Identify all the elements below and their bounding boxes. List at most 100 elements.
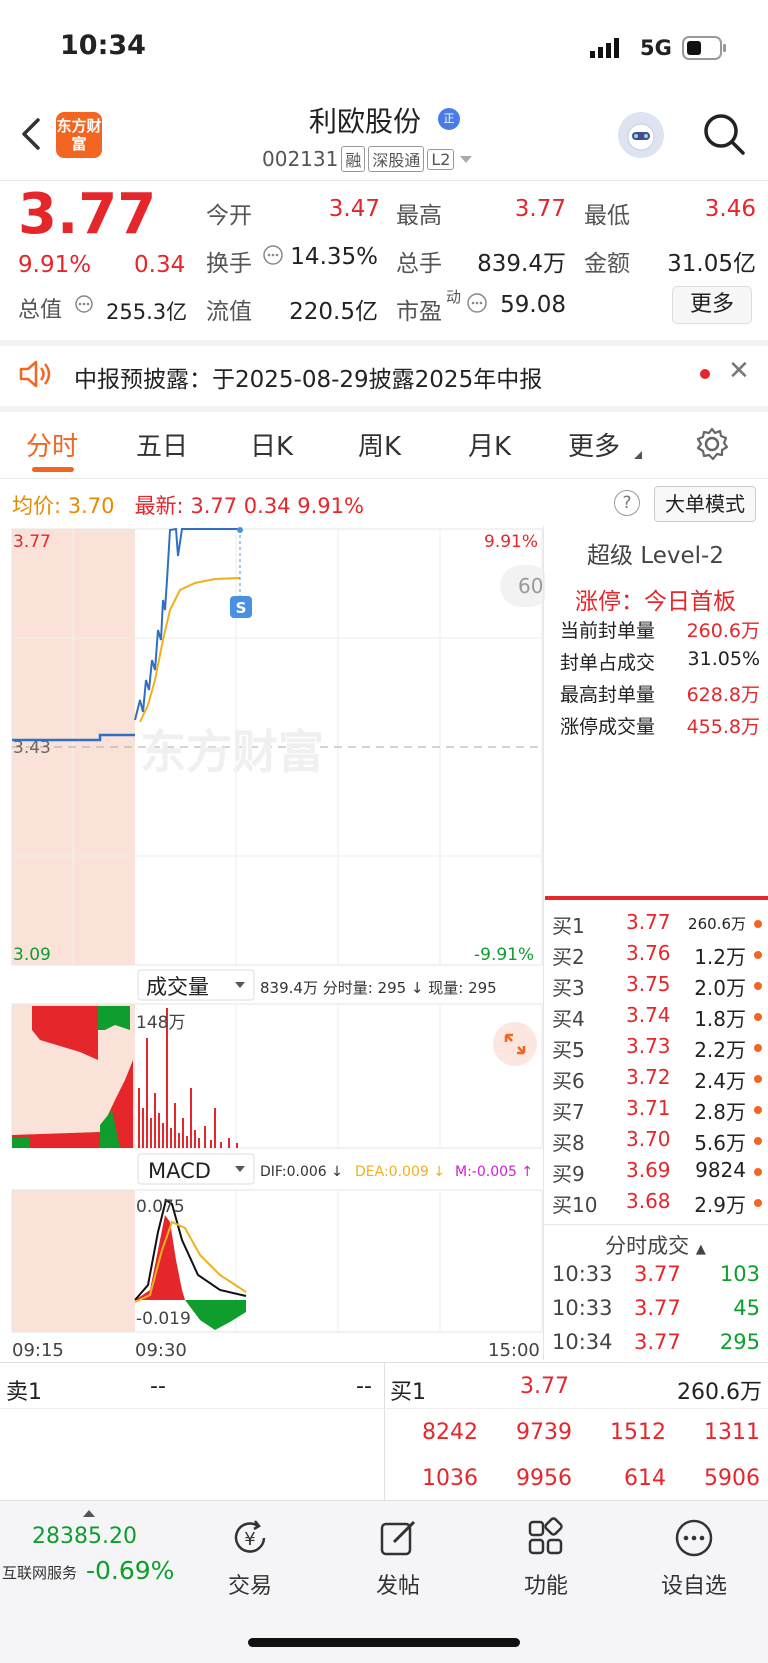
- sector-index-value[interactable]: 28385.20: [32, 1524, 137, 1549]
- back-button[interactable]: [14, 110, 48, 158]
- tab-monthly-k[interactable]: 月K: [468, 426, 511, 463]
- limit-up-status: 涨停：今日首板: [575, 589, 736, 615]
- macd-top-label: 0.075: [136, 1197, 185, 1217]
- bid-volume: 2.9万: [694, 1193, 746, 1217]
- tab-weekly-k[interactable]: 周K: [358, 426, 401, 463]
- bid-volume: 2.4万: [694, 1069, 746, 1093]
- volume-value: 839.4万: [477, 251, 566, 277]
- caret-up-icon: [83, 1510, 95, 1517]
- tick-price: 3.77: [634, 1330, 681, 1354]
- gear-icon[interactable]: [694, 426, 730, 462]
- help-icon[interactable]: ?: [614, 490, 640, 516]
- divider: [0, 478, 768, 479]
- bid-dot: [754, 1013, 762, 1021]
- tick-row: 10:33 3.77 45: [552, 1296, 760, 1330]
- sector-index-change[interactable]: -0.69%: [86, 1556, 174, 1585]
- bid-row[interactable]: 买4 3.74 1.8万: [552, 1003, 762, 1034]
- notice-text[interactable]: 中报预披露：于2025-08-29披露2025年中报: [74, 360, 542, 394]
- sector-index-name[interactable]: 互联网服务: [2, 1562, 77, 1583]
- bid-row[interactable]: 买6 3.72 2.4万: [552, 1065, 762, 1096]
- big-order-mode-button[interactable]: 大单模式: [654, 486, 756, 522]
- bid-label: 买8: [552, 1131, 585, 1155]
- bid-dot: [754, 1075, 762, 1083]
- ticks-title[interactable]: 分时成交 ▲: [543, 1230, 768, 1260]
- more-dots-icon: [675, 1519, 713, 1557]
- notice-dot: [700, 369, 710, 379]
- nav-post[interactable]: 发帖: [348, 1516, 448, 1600]
- bid-volume: 2.8万: [694, 1100, 746, 1124]
- bid-label: 买5: [552, 1038, 585, 1062]
- volume-bar: [198, 1138, 200, 1148]
- bid-label: 买4: [552, 1007, 585, 1031]
- volume-bar: [220, 1142, 222, 1148]
- divider: [384, 1362, 385, 1500]
- level2-title[interactable]: 超级 Level-2: [543, 536, 768, 570]
- ask1-label: 卖1: [6, 1380, 42, 1405]
- info-dots-icon[interactable]: [74, 294, 94, 314]
- macd-dif: DIF:0.006 ↓: [260, 1164, 343, 1180]
- tab-more[interactable]: 更多: [568, 426, 620, 463]
- bid-row[interactable]: 买7 3.71 2.8万: [552, 1096, 762, 1127]
- yen-exchange-icon: ¥: [234, 1520, 266, 1553]
- tick-time: 10:34: [552, 1330, 613, 1354]
- nav-trade[interactable]: ¥ 交易: [200, 1516, 300, 1600]
- tick-time: 10:33: [552, 1296, 613, 1320]
- volume-bar: [138, 1088, 140, 1148]
- ask1-volume: --: [356, 1374, 372, 1399]
- svg-text:¥: ¥: [244, 1529, 255, 1550]
- stat-value: 260.6万: [686, 620, 760, 642]
- bid1-price: 3.77: [520, 1374, 569, 1399]
- tab-five-day[interactable]: 五日: [136, 426, 188, 463]
- caret-up-icon: ▲: [695, 1242, 706, 1257]
- bid-volume: 1.2万: [694, 945, 746, 969]
- bid-row[interactable]: 买8 3.70 5.6万: [552, 1127, 762, 1158]
- bid-row[interactable]: 买9 3.69 9824: [552, 1158, 762, 1189]
- turnover-label: 换手: [206, 251, 252, 277]
- bid-price: 3.70: [626, 1127, 671, 1151]
- bid1-volume: 260.6万: [677, 1380, 762, 1405]
- info-dots-icon[interactable]: [262, 244, 284, 266]
- expand-button[interactable]: [493, 1022, 537, 1066]
- tick-volume: 103: [719, 1262, 760, 1286]
- close-icon[interactable]: ✕: [728, 356, 750, 386]
- speaker-icon: [19, 360, 51, 388]
- turnover-value: 14.35%: [290, 244, 378, 270]
- nav-add-watchlist[interactable]: 设自选: [644, 1516, 744, 1600]
- stat-value: 628.8万: [686, 684, 760, 706]
- bid-row[interactable]: 买1 3.77 260.6万: [552, 910, 762, 941]
- tick-row: 10:33 3.77 103: [552, 1262, 760, 1296]
- bid-row[interactable]: 买2 3.76 1.2万: [552, 941, 762, 972]
- volume-bar: [186, 1136, 188, 1148]
- bid-volume: 1.8万: [694, 1007, 746, 1031]
- bid-volume: 260.6万: [688, 915, 746, 933]
- verified-badge-icon: 正: [438, 108, 460, 130]
- assistant-robot-icon[interactable]: [618, 112, 664, 158]
- tab-indicator: [32, 467, 74, 472]
- bid-price: 3.76: [626, 941, 671, 965]
- bid-row[interactable]: 买5 3.73 2.2万: [552, 1034, 762, 1065]
- app-logo[interactable]: 东方财富: [56, 112, 102, 158]
- stock-code-row[interactable]: 002131 融 深股通 L2: [262, 146, 475, 172]
- search-icon[interactable]: [700, 110, 748, 158]
- queue-order: 9956: [516, 1466, 572, 1491]
- seal-stat-row: 当前封单量 260.6万: [560, 616, 760, 643]
- network-type: 5G: [640, 36, 672, 60]
- bid-row[interactable]: 买10 3.68 2.9万: [552, 1189, 762, 1220]
- divider: [0, 340, 768, 346]
- battery-icon: [682, 36, 726, 60]
- more-button[interactable]: 更多: [672, 286, 752, 324]
- tab-intraday[interactable]: 分时: [26, 426, 78, 463]
- bid-price: 3.69: [626, 1158, 671, 1182]
- nav-functions[interactable]: 功能: [496, 1516, 596, 1600]
- stat-label: 当前封单量: [560, 620, 656, 642]
- intraday-chart[interactable]: 东方财富 60 3.77 9.91% 3.43 3.09 -9.91% S 成交…: [0, 526, 545, 1366]
- seal-stat-row: 封单占成交 31.05%: [560, 648, 760, 675]
- bid-row[interactable]: 买3 3.75 2.0万: [552, 972, 762, 1003]
- stat-value: 31.05%: [687, 648, 760, 670]
- queue-order: 614: [624, 1466, 666, 1491]
- info-dots-icon[interactable]: [466, 292, 488, 314]
- volume-bar: [190, 1088, 192, 1148]
- total-value-label: 总值: [18, 298, 63, 323]
- tab-daily-k[interactable]: 日K: [250, 426, 293, 463]
- tick-row: 10:34 3.77 295: [552, 1330, 760, 1364]
